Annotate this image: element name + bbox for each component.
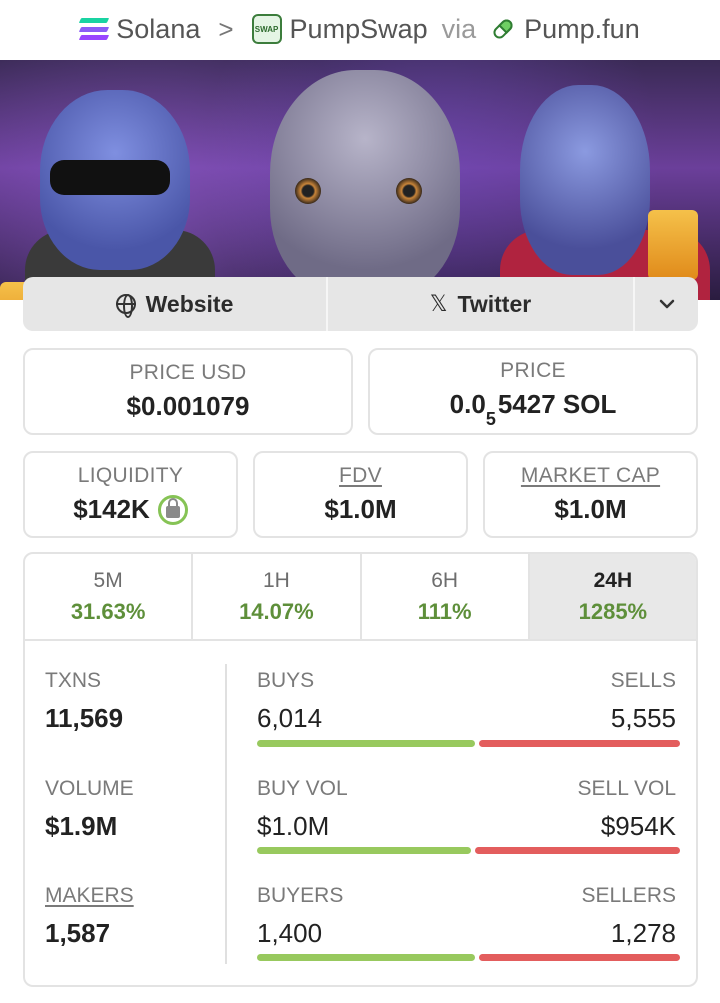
volume-value: $1.9M <box>45 811 118 841</box>
fdv-label[interactable]: FDV <box>339 464 382 488</box>
tab-label: 5M <box>93 568 123 592</box>
launchpad-label: Pump.fun <box>524 13 640 44</box>
tab-1h[interactable]: 1H 14.07% <box>193 554 362 639</box>
market-cap-label[interactable]: MARKET CAP <box>521 464 660 488</box>
breadcrumb: Solana > SWAP PumpSwap via Pump.fun <box>0 0 720 58</box>
tab-change: 14.07% <box>239 598 314 624</box>
social-links-bar: Website 𝕏 Twitter <box>23 277 698 331</box>
pill-icon <box>493 19 513 39</box>
fdv-card[interactable]: FDV $1.0M <box>253 451 468 538</box>
makers-value: 1,587 <box>45 918 111 948</box>
banner-eye <box>295 178 321 204</box>
buys-value: 6,014 <box>257 703 323 733</box>
tab-change: 31.63% <box>70 598 146 624</box>
volume-label: VOLUME <box>45 777 134 800</box>
price-usd-label: PRICE USD <box>129 361 247 384</box>
makers-label[interactable]: MAKERS <box>45 884 134 908</box>
token-banner-image <box>0 60 720 300</box>
tab-24h[interactable]: 24H 1285% <box>529 554 696 639</box>
via-text: via <box>441 13 477 44</box>
liquidity-value: $142K <box>73 494 150 524</box>
tab-label: 24H <box>593 568 633 592</box>
tab-label: 6H <box>431 568 459 592</box>
twitter-label: Twitter <box>457 290 532 317</box>
price-zero-count: 5 <box>485 409 496 430</box>
buy-vol-label: BUY VOL <box>257 777 348 800</box>
sell-vol-label: SELL VOL <box>577 777 676 800</box>
x-logo-icon: 𝕏 <box>429 291 448 316</box>
buys-label: BUYS <box>257 669 315 692</box>
buy-vol-bar <box>257 847 471 854</box>
chevron-down-icon <box>659 299 674 309</box>
chain-label: Solana <box>116 13 201 44</box>
website-label: Website <box>145 290 234 317</box>
sell-vol-value: $954K <box>600 811 676 841</box>
buy-vol-value: $1.0M <box>257 811 330 841</box>
txn-stats-panel: TXNS 11,569 BUYS 6,014 SELLS 5,555 VOLUM… <box>23 639 698 987</box>
price-usd-value: $0.001079 <box>126 391 250 421</box>
price-native-value: 0.055427 SOL <box>449 388 617 429</box>
banner-eye <box>396 178 422 204</box>
launchpad-link[interactable]: Pump.fun <box>490 14 640 45</box>
tab-5m[interactable]: 5M 31.63% <box>25 554 194 639</box>
tab-change: 111% <box>417 598 472 624</box>
price-prefix: 0.0 <box>449 388 486 419</box>
solana-icon <box>79 18 110 40</box>
liquidity-value-row: $142K <box>73 494 188 525</box>
dex-label: PumpSwap <box>289 13 428 44</box>
sellers-value: 1,278 <box>610 918 676 948</box>
sell-vol-bar <box>475 847 680 854</box>
market-cap-value: $1.0M <box>554 494 627 524</box>
price-usd-card: PRICE USD $0.001079 <box>23 348 353 435</box>
twitter-button[interactable]: 𝕏 Twitter <box>328 277 635 331</box>
price-native-card: PRICE 0.055427 SOL <box>368 348 698 435</box>
banner-alien-right <box>520 85 650 275</box>
tab-change: 1285% <box>578 598 648 624</box>
sells-value: 5,555 <box>610 703 676 733</box>
fdv-value: $1.0M <box>324 494 397 524</box>
buyers-value: 1,400 <box>257 918 323 948</box>
banner-drink <box>648 210 698 280</box>
timeframe-tabs: 5M 31.63% 1H 14.07% 6H 111% 24H 1285% <box>23 552 698 641</box>
sellers-bar <box>479 954 680 961</box>
buyers-label: BUYERS <box>257 884 344 907</box>
tab-label: 1H <box>262 568 290 592</box>
buys-bar <box>257 740 475 747</box>
buyers-bar <box>257 954 475 961</box>
price-label: PRICE <box>500 358 566 382</box>
sells-bar <box>479 740 680 747</box>
banner-sunglasses <box>50 160 170 195</box>
chevron-right-icon: > <box>218 13 234 44</box>
lock-icon[interactable] <box>157 494 188 525</box>
sells-label: SELLS <box>610 669 676 692</box>
sellers-label: SELLERS <box>581 884 676 907</box>
website-button[interactable]: Website <box>23 277 328 331</box>
panel-divider <box>225 664 227 964</box>
dex-link[interactable]: SWAP PumpSwap <box>251 13 428 45</box>
globe-icon <box>115 294 136 318</box>
chain-link[interactable]: Solana <box>79 13 201 45</box>
price-suffix: 5427 SOL <box>497 388 617 419</box>
txns-label: TXNS <box>45 669 102 692</box>
liquidity-label: LIQUIDITY <box>77 464 184 487</box>
pumpswap-icon: SWAP <box>251 14 282 44</box>
market-cap-card[interactable]: MARKET CAP $1.0M <box>483 451 698 538</box>
txns-value: 11,569 <box>45 703 124 733</box>
tab-6h[interactable]: 6H 111% <box>362 554 530 639</box>
more-links-button[interactable] <box>635 277 698 331</box>
liquidity-card: LIQUIDITY $142K <box>23 451 238 538</box>
